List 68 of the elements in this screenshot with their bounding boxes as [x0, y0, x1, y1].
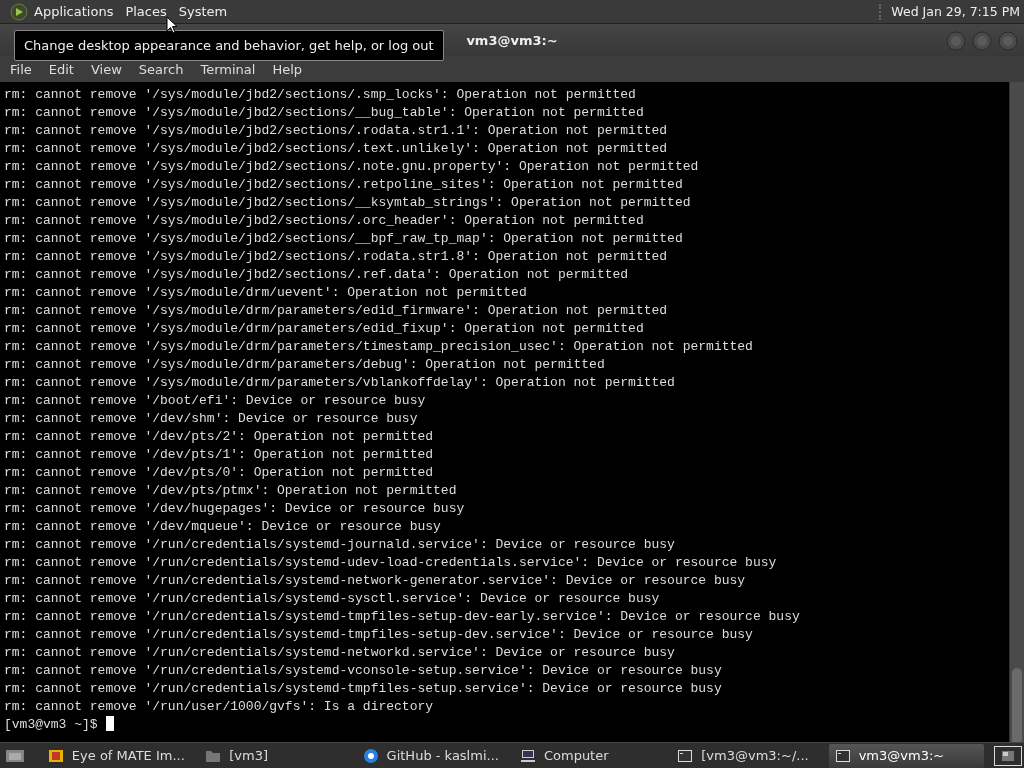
terminal-line: rm: cannot remove '/sys/module/drm/parameters/debug': Operation not permitted — [4, 356, 606, 374]
terminal-line: rm: cannot remove '/dev/pts/0': Operation not permitted — [4, 464, 435, 482]
menu-item[interactable]: Help — [266, 61, 314, 77]
menu-item[interactable]: View — [84, 61, 133, 77]
image-viewer-icon — [47, 747, 64, 764]
taskbar-button[interactable]: GitHub - kaslmi... — [356, 743, 512, 768]
menu-item[interactable]: File — [4, 61, 43, 77]
terminal-line: rm: cannot remove '/dev/shm': Device or resource busy — [4, 410, 419, 428]
clock[interactable]: Wed Jan 29, 7:15 PM — [883, 4, 1024, 19]
terminal-line: rm: cannot remove '/dev/pts/2': Operation not permitted — [4, 428, 435, 446]
terminal-line: rm: cannot remove '/sys/module/drm/parameters/edid_firmware': Operation not permitted — [4, 302, 669, 320]
taskbar-button[interactable]: [vm3] — [199, 743, 355, 768]
terminal-line: rm: cannot remove '/run/credentials/systemd-tmpfiles-setup-dev.service': Device or resource busy — [4, 626, 754, 644]
terminal-line: rm: cannot remove '/run/credentials/systemd-networkd.service': Device or resource busy — [4, 644, 676, 662]
scrollbar[interactable] — [1009, 82, 1024, 742]
browser-icon — [362, 747, 379, 764]
panel-menu[interactable]: Applications — [30, 4, 122, 19]
terminal-line: rm: cannot remove '/dev/pts/ptmx': Operation not permitted — [4, 482, 458, 500]
terminal-line: rm: cannot remove '/sys/module/drm/uevent': Operation not permitted — [4, 284, 528, 302]
terminal-line: rm: cannot remove '/sys/module/jbd2/sections/.text.unlikely': Operation not permitted — [4, 140, 669, 158]
window-control-icon[interactable] — [946, 31, 966, 51]
panel-menu[interactable]: Places — [121, 4, 175, 19]
terminal-line: rm: cannot remove '/sys/module/jbd2/sections/.note.gnu.property': Operation not permitted — [4, 158, 700, 176]
terminal-line: rm: cannot remove '/sys/module/jbd2/sections/.smp_locks': Operation not permitted — [4, 86, 637, 104]
terminal-line: rm: cannot remove '/run/credentials/systemd-sysctl.service': Device or resource busy — [4, 590, 661, 608]
terminal-line: rm: cannot remove '/run/user/1000/gvfs': Is a directory — [4, 698, 435, 716]
text-cursor — [105, 716, 114, 731]
terminal-line: rm: cannot remove '/run/credentials/systemd-journald.service': Device or resource busy — [4, 536, 676, 554]
terminal-line: rm: cannot remove '/sys/module/jbd2/sections/.rodata.str1.1': Operation not permitted — [4, 122, 669, 140]
terminal-line: rm: cannot remove '/run/credentials/systemd-vconsole-setup.service': Device or resource busy — [4, 662, 723, 680]
window-control-icon[interactable] — [998, 31, 1018, 51]
taskbar-button[interactable]: vm3@vm3:~ — [828, 743, 984, 768]
menu-item[interactable]: Edit — [42, 61, 85, 77]
terminal-line: rm: cannot remove '/sys/module/jbd2/sections/__bug_table': Operation not permitted — [4, 104, 645, 122]
mate-logo-icon — [10, 2, 28, 21]
taskbar-button[interactable]: Computer — [513, 743, 670, 768]
terminal-line: rm: cannot remove '/run/credentials/systemd-tmpfiles-setup-dev-early.service': Device or resource busy — [4, 608, 801, 626]
terminal-line: rm: cannot remove '/sys/module/jbd2/sections/__ksymtab_strings': Operation not permitted — [4, 194, 692, 212]
tooltip: Change desktop appearance and behavior, get help, or log out — [14, 30, 444, 61]
shell-prompt: [vm3@vm3 ~]$ — [4, 717, 98, 732]
terminal-line: rm: cannot remove '/run/credentials/systemd-udev-load-credentials.service': Device or resource busy — [4, 554, 778, 572]
terminal-line: rm: cannot remove '/sys/module/jbd2/sections/.ref.data': Operation not permitted — [4, 266, 630, 284]
terminal-line: rm: cannot remove '/sys/module/drm/parameters/vblankoffdelay': Operation not permitted — [4, 374, 676, 392]
terminal-line: rm: cannot remove '/dev/hugepages': Device or resource busy — [4, 500, 466, 518]
workspace-icon — [1001, 749, 1015, 762]
terminal-line: rm: cannot remove '/dev/pts/1': Operation not permitted — [4, 446, 435, 464]
menu-item[interactable]: Terminal — [194, 61, 267, 77]
terminal-line: rm: cannot remove '/sys/module/drm/parameters/timestamp_precision_usec': Operation not permitted — [4, 338, 754, 356]
terminal-icon — [834, 747, 851, 764]
terminal-line: rm: cannot remove '/sys/module/jbd2/sections/.retpoline_sites': Operation not permitted — [4, 176, 684, 194]
terminal-line: rm: cannot remove '/boot/efi': Device or resource busy — [4, 392, 427, 410]
terminal-icon — [677, 747, 694, 764]
computer-icon — [519, 747, 536, 764]
window-control-icon[interactable] — [972, 31, 992, 51]
window-title: vm3@vm3:~ — [466, 32, 558, 48]
terminal-line: rm: cannot remove '/sys/module/jbd2/sections/.rodata.str1.8': Operation not permitted — [4, 248, 669, 266]
taskbar-button[interactable]: [vm3@vm3:~/... — [671, 743, 827, 768]
terminal-line: rm: cannot remove '/run/credentials/systemd-tmpfiles-setup.service': Device or resource busy — [4, 680, 723, 698]
terminal-line: rm: cannot remove '/sys/module/jbd2/sections/.orc_header': Operation not permitted — [4, 212, 645, 230]
terminal-line: rm: cannot remove '/sys/module/drm/parameters/edid_fixup': Operation not permitted — [4, 320, 645, 338]
panel-menu[interactable]: System — [174, 4, 236, 19]
terminal-line: rm: cannot remove '/run/credentials/systemd-network-generator.service': Device or resource busy — [4, 572, 747, 590]
mouse-pointer-icon — [166, 16, 178, 34]
workspace-switcher[interactable] — [994, 745, 1022, 766]
taskbar-button[interactable]: Eye of MATE Im... — [41, 743, 198, 768]
terminal-line: rm: cannot remove '/dev/mqueue': Device or resource busy — [4, 518, 442, 536]
terminal-line: rm: cannot remove '/sys/module/jbd2/sections/__bpf_raw_tp_map': Operation not permitted — [4, 230, 684, 248]
menu-item[interactable]: Search — [132, 61, 195, 77]
